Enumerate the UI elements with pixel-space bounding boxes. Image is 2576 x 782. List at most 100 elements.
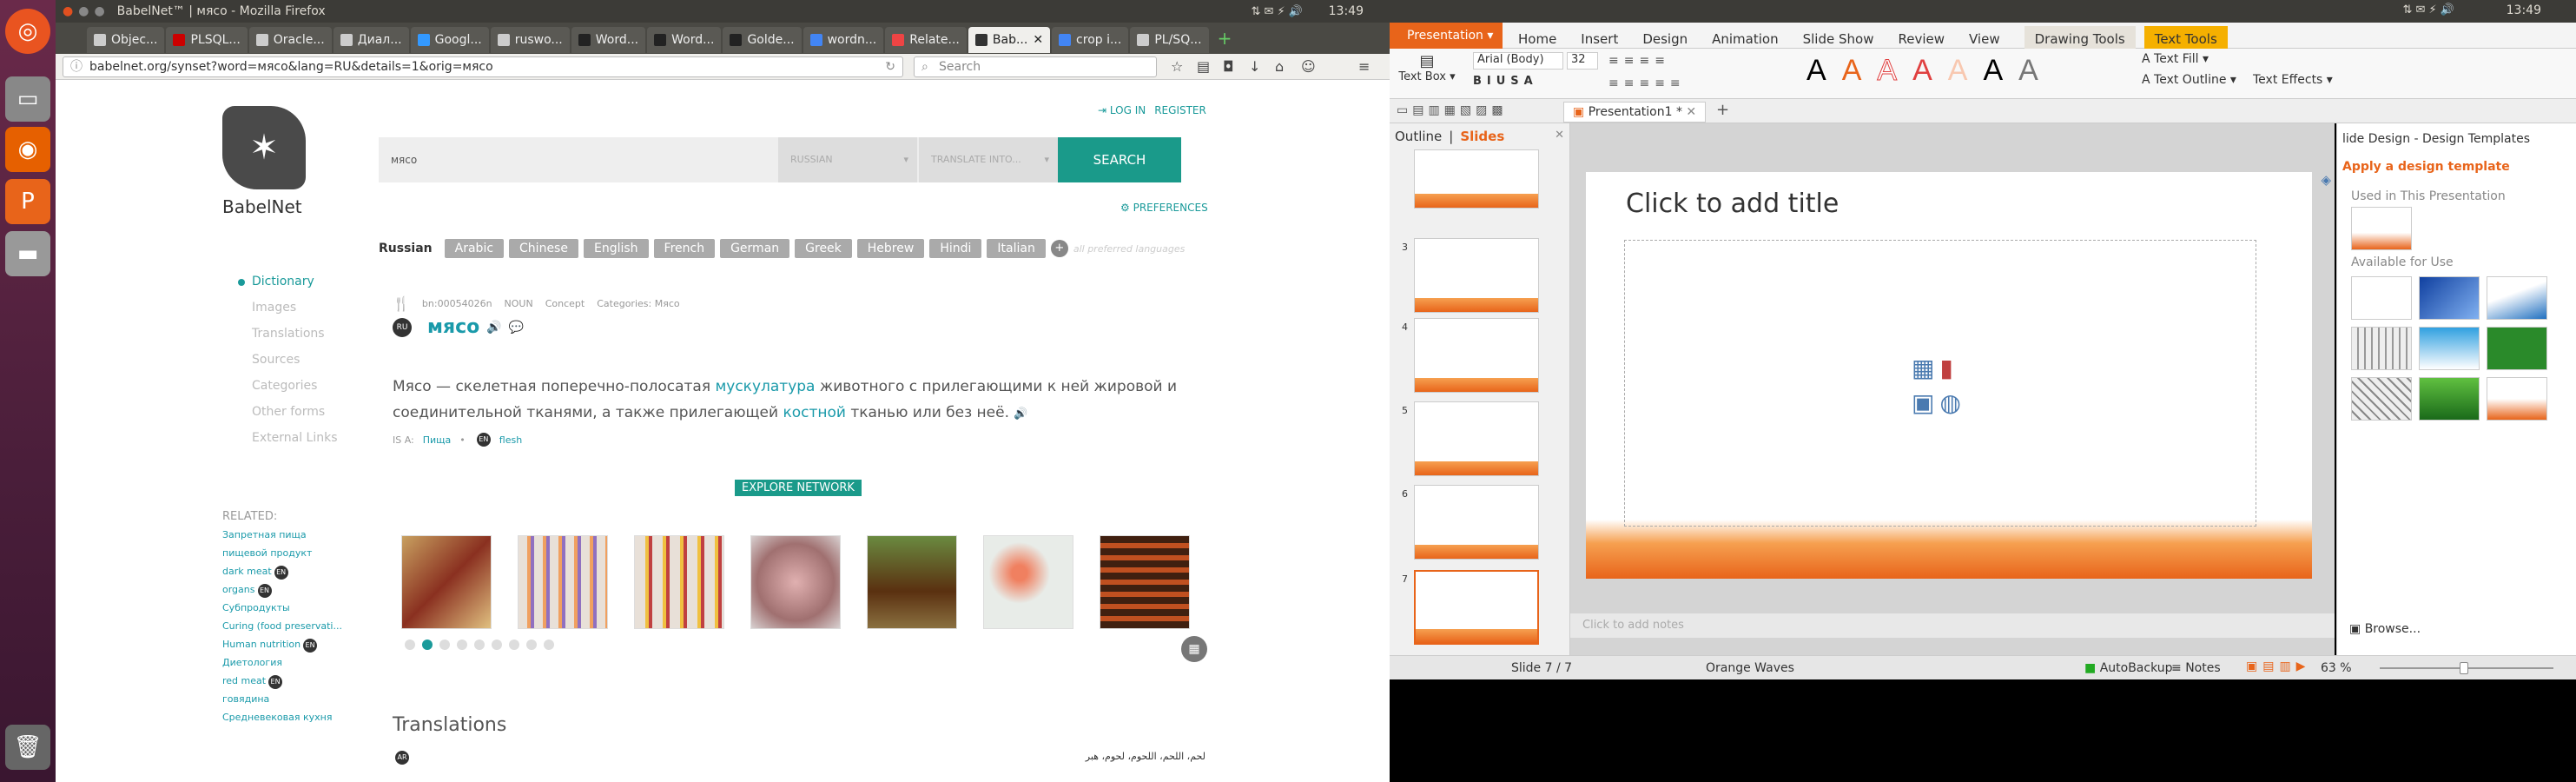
wordart-gallery[interactable]: AAAAAAA xyxy=(1807,54,2054,88)
language-chip[interactable]: German xyxy=(720,239,790,258)
search-button[interactable]: SEARCH xyxy=(1058,137,1181,182)
bookmark-star-icon[interactable]: ☆ xyxy=(1171,58,1183,75)
home-icon[interactable]: ⌂ xyxy=(1275,58,1284,75)
thumbnail-grill-image[interactable] xyxy=(1100,535,1190,629)
browser-tab[interactable]: Диал... xyxy=(333,27,409,53)
related-item[interactable]: Средневековая кухня xyxy=(222,708,342,726)
close-pane-icon[interactable]: ✕ xyxy=(1555,129,1564,142)
login-link[interactable]: ⇥ LOG IN xyxy=(1098,104,1146,116)
browser-tab[interactable]: Golde... xyxy=(723,27,802,53)
related-item[interactable]: Запретная пища xyxy=(222,526,342,544)
menu-animation[interactable]: Animation xyxy=(1712,31,1778,47)
autobackup-button[interactable]: ■ AutoBackup xyxy=(2084,661,2173,675)
menu-slide-show[interactable]: Slide Show xyxy=(1803,31,1874,47)
browser-tab[interactable]: Relate... xyxy=(885,27,967,53)
nav-images[interactable]: Images xyxy=(236,301,338,315)
template-thumbnail[interactable] xyxy=(2487,276,2547,320)
outline-tab[interactable]: Outline xyxy=(1395,129,1442,144)
thumbnail-map-image[interactable] xyxy=(983,535,1073,629)
gloss-link[interactable]: мускулатура xyxy=(715,378,815,395)
menu-design[interactable]: Design xyxy=(1642,31,1688,47)
template-orange-waves[interactable] xyxy=(2351,207,2412,250)
thumbnail-medieval-image[interactable] xyxy=(401,535,492,629)
search-bar[interactable]: ⌕ Search xyxy=(914,56,1157,77)
carousel-dot[interactable] xyxy=(457,640,467,650)
thumbnail-map-image[interactable] xyxy=(634,535,724,629)
nav-translations[interactable]: Translations xyxy=(236,327,338,341)
slide-thumbnail[interactable] xyxy=(1414,149,1539,209)
window-max-icon[interactable]: ● xyxy=(94,4,104,18)
browser-tab[interactable]: Word... xyxy=(647,27,722,53)
paragraph-buttons[interactable]: ≡≡≡≡ xyxy=(1608,54,1670,68)
language-chip[interactable]: Hindi xyxy=(929,239,982,258)
align-buttons[interactable]: ≡≡≡≡≡ xyxy=(1608,76,1686,90)
carousel-dot[interactable] xyxy=(405,640,415,650)
babelnet-logo-icon[interactable]: ✶ xyxy=(222,106,306,189)
browser-tab[interactable]: PLSQL... xyxy=(166,27,248,53)
template-thumbnail[interactable] xyxy=(2419,377,2480,421)
comment-icon[interactable]: 💬 xyxy=(509,321,524,335)
template-thumbnail[interactable] xyxy=(2419,327,2480,370)
ubuntu-dash-icon[interactable]: ◎ xyxy=(5,9,50,54)
notes-button[interactable]: ≡ Notes xyxy=(2171,661,2221,675)
url-bar[interactable]: ⓘ babelnet.org/synset?word=мясо&lang=RU&… xyxy=(63,56,903,77)
template-thumbnail[interactable] xyxy=(2351,276,2412,320)
thumbnail-meat-image[interactable] xyxy=(750,535,841,629)
thumbnail-map-image[interactable] xyxy=(518,535,608,629)
related-item[interactable]: red meat EN xyxy=(222,672,342,690)
template-thumbnail[interactable] xyxy=(2487,377,2547,421)
drive-icon[interactable]: ▬ xyxy=(5,231,50,276)
zoom-slider[interactable] xyxy=(2380,662,2553,674)
synset-categories[interactable]: Categories: Мясо xyxy=(597,298,679,309)
presentation-app-button[interactable]: Presentation ▾ xyxy=(1390,23,1503,49)
chat-icon[interactable]: ☺ xyxy=(1301,58,1316,75)
zoom-slider-thumb[interactable] xyxy=(2460,662,2468,674)
carousel-dot[interactable] xyxy=(439,640,450,650)
browser-tab[interactable]: ruswo... xyxy=(490,27,570,53)
language-chip[interactable]: English xyxy=(583,239,649,258)
close-tab-icon[interactable]: ✕ xyxy=(1033,33,1043,47)
browse-templates-button[interactable]: ▣ Browse... xyxy=(2349,622,2421,636)
grid-view-icon[interactable]: ▦ xyxy=(1181,636,1207,662)
carousel-dot[interactable] xyxy=(509,640,519,650)
language-chip[interactable]: French xyxy=(653,239,716,258)
menu-view[interactable]: View xyxy=(1969,31,2000,47)
font-select[interactable]: Arial (Body) xyxy=(1473,52,1563,70)
nav-dictionary[interactable]: Dictionary xyxy=(236,275,338,288)
explore-network-button[interactable]: EXPLORE NETWORK xyxy=(735,480,862,496)
new-tab-icon[interactable]: + xyxy=(1716,101,1729,119)
menu-review[interactable]: Review xyxy=(1898,31,1945,47)
related-item[interactable]: говядина xyxy=(222,690,342,708)
nav-other-forms[interactable]: Other forms xyxy=(236,405,338,419)
language-chip[interactable]: Italian xyxy=(987,239,1046,258)
browser-tab-active[interactable]: Bab... ✕ xyxy=(968,27,1051,53)
related-item[interactable]: organs EN xyxy=(222,580,342,599)
all-languages-link[interactable]: all preferred languages xyxy=(1073,243,1186,255)
speaker-icon[interactable]: 🔊 xyxy=(1014,408,1027,421)
browser-tab[interactable]: PL/SQ... xyxy=(1130,27,1209,53)
carousel-dot[interactable] xyxy=(526,640,537,650)
pocket-icon[interactable]: ◘ xyxy=(1223,58,1234,75)
related-item[interactable]: Субпродукты xyxy=(222,599,342,617)
browser-tab[interactable]: Word... xyxy=(571,27,646,53)
reload-icon[interactable]: ↻ xyxy=(885,57,895,76)
register-link[interactable]: REGISTER xyxy=(1154,104,1206,116)
template-thumbnail[interactable] xyxy=(2419,276,2480,320)
window-close-icon[interactable]: ● xyxy=(63,4,73,18)
preferences-link[interactable]: ⚙ PREFERENCES xyxy=(1120,202,1208,214)
target-language-select[interactable]: TRANSLATE INTO... ▾ xyxy=(919,137,1058,182)
carousel-dot[interactable] xyxy=(492,640,502,650)
trash-icon[interactable]: 🗑 xyxy=(5,725,50,770)
menu-insert[interactable]: Insert xyxy=(1581,31,1618,47)
related-item[interactable]: Human nutrition EN xyxy=(222,635,342,653)
related-item[interactable]: dark meat EN xyxy=(222,562,342,580)
browser-tab[interactable]: Oracle... xyxy=(248,27,332,53)
nav-sources[interactable]: Sources xyxy=(236,353,338,367)
layers-icon[interactable]: ◈ xyxy=(2321,172,2331,188)
slide-thumbnail[interactable] xyxy=(1414,485,1539,560)
browser-tab[interactable]: crop i... xyxy=(1052,27,1129,53)
template-thumbnail[interactable] xyxy=(2351,377,2412,421)
carousel-dot[interactable] xyxy=(474,640,485,650)
insert-media-icons[interactable]: ▣◍ xyxy=(1912,388,1966,417)
search-input[interactable]: мясо xyxy=(379,137,778,182)
